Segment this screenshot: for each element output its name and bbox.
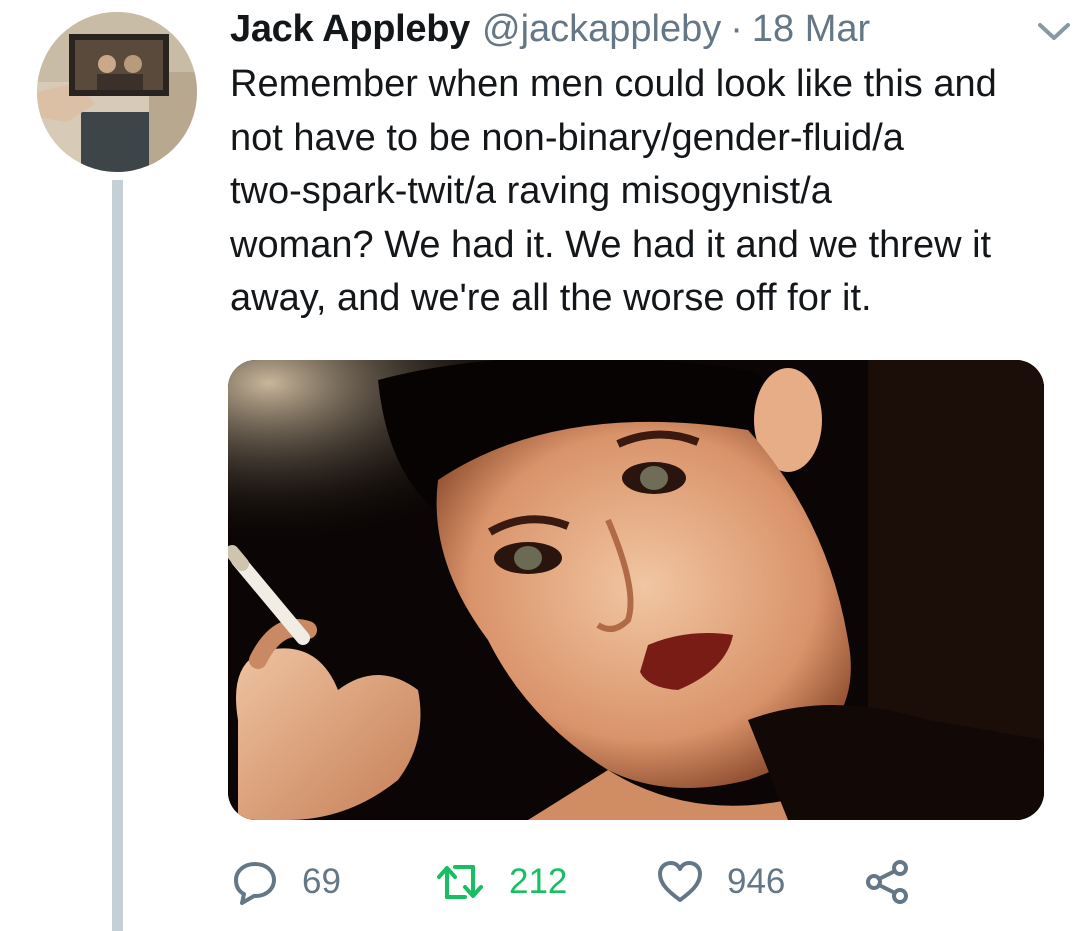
share-button[interactable] xyxy=(862,852,912,912)
retweet-count: 212 xyxy=(509,862,568,901)
display-name[interactable]: Jack Appleby xyxy=(230,8,470,51)
like-button[interactable]: 946 xyxy=(655,852,785,912)
thread-line xyxy=(112,180,123,931)
tweet[interactable]: Jack Appleby @jackappleby · 18 Mar Remem… xyxy=(0,0,1080,931)
media-photo-portrait xyxy=(228,360,1044,820)
tweet-text-line: two-spark-twit/a raving misogynist/a xyxy=(230,170,832,212)
share-icon xyxy=(866,860,908,904)
retweet-button[interactable]: 212 xyxy=(435,852,567,912)
tweet-date[interactable]: 18 Mar xyxy=(752,8,870,51)
tweet-header: Jack Appleby @jackappleby · 18 Mar xyxy=(230,8,1050,58)
tweet-text-line: not have to be non-binary/gender-fluid/a xyxy=(230,116,904,159)
chevron-down-icon[interactable] xyxy=(1034,18,1074,44)
tweet-text-line: Remember when men could look like this a… xyxy=(230,63,997,105)
like-count: 946 xyxy=(727,862,786,901)
tweet-text-line: woman? We had it. We had it and we threw… xyxy=(230,223,992,266)
user-handle[interactable]: @jackappleby xyxy=(482,8,721,51)
retweet-icon xyxy=(437,865,483,899)
separator-dot: · xyxy=(730,8,743,50)
reply-count: 69 xyxy=(302,862,341,901)
tweet-actions: 69 212 946 xyxy=(230,852,1030,912)
tweet-text: Remember when men could look like this a… xyxy=(230,58,1050,326)
avatar-photo xyxy=(37,12,197,172)
reply-icon xyxy=(234,862,276,905)
heart-icon xyxy=(658,861,702,902)
reply-button[interactable]: 69 xyxy=(230,852,341,912)
avatar[interactable] xyxy=(37,12,197,172)
tweet-media-photo[interactable] xyxy=(228,360,1044,820)
tweet-text-line: away, and we're all the worse off for it… xyxy=(230,277,872,319)
